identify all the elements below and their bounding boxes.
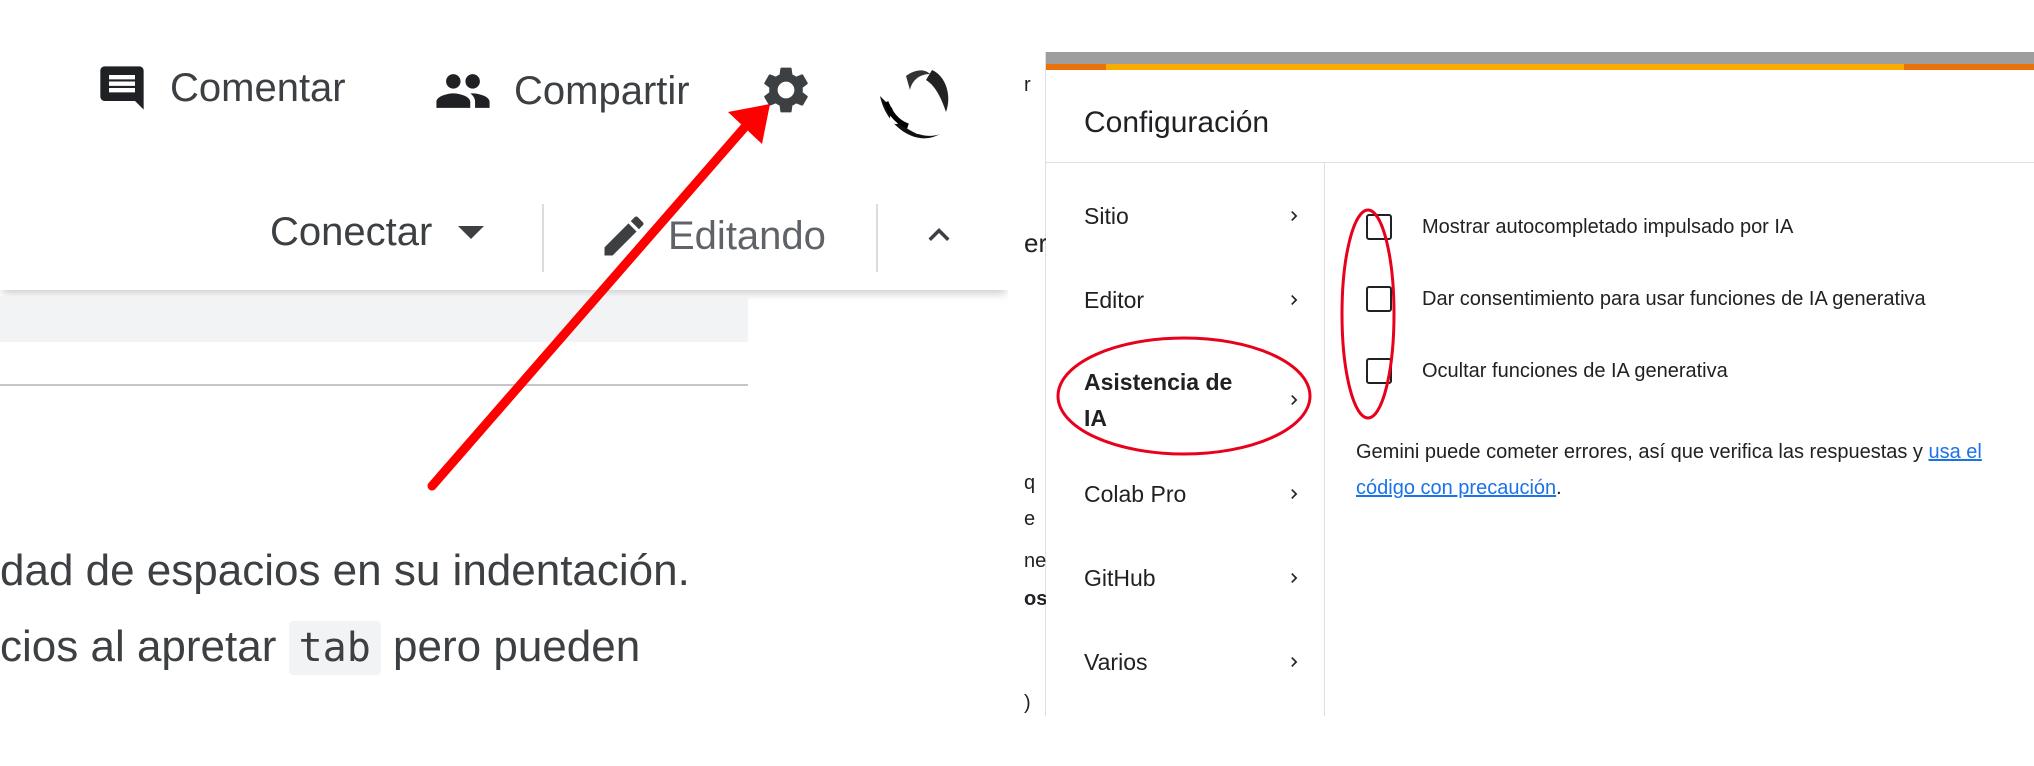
settings-dialog: Configuración Sitio Editor Asistencia de…: [1046, 70, 2034, 716]
nav-item-label: Asistencia de IA: [1084, 369, 1233, 431]
genai-consent-checkbox[interactable]: [1366, 286, 1392, 312]
nav-item-label: Colab Pro: [1084, 481, 1187, 507]
nav-divider: [1324, 162, 1325, 716]
disclaimer-body: Gemini puede cometer errores, así que ve…: [1356, 441, 1929, 463]
caret-down-icon: [458, 225, 485, 239]
connect-label: Conectar: [270, 210, 433, 254]
colab-header-zoom: Comentar Compartir Conectar Editando dad…: [0, 0, 1008, 766]
background-page: r eri q e ne os ): [1024, 52, 1053, 716]
dialog-title: Configuración: [1084, 106, 1270, 139]
cell-area: [0, 296, 748, 342]
nav-item-ai-assistance[interactable]: Asistencia de IA: [1084, 364, 1304, 436]
people-icon: [436, 74, 490, 108]
toolbar: [0, 186, 1008, 290]
hide-genai-checkbox[interactable]: [1366, 358, 1392, 384]
comment-label: Comentar: [170, 65, 346, 110]
ai-autocomplete-checkbox[interactable]: [1366, 214, 1392, 240]
cell-divider: [0, 384, 748, 386]
nav-item-github[interactable]: GitHub: [1084, 560, 1304, 596]
settings-button[interactable]: [758, 62, 814, 118]
connect-button[interactable]: Conectar: [270, 210, 485, 255]
background-text: ne: [1024, 550, 1047, 572]
gear-icon: [764, 67, 808, 113]
comment-icon: [100, 66, 144, 110]
toolbar-divider: [542, 204, 544, 272]
dialog-divider: [1046, 162, 2034, 163]
pencil-icon: [604, 216, 644, 256]
nav-item-varios[interactable]: Varios: [1084, 644, 1304, 680]
avatar[interactable]: [866, 56, 960, 150]
disclaimer-text: Gemini puede cometer errores, así que ve…: [1356, 434, 2026, 506]
chevron-right-icon: [1291, 657, 1298, 667]
chevron-right-icon: [1291, 295, 1298, 305]
option-hide-genai: Ocultar funciones de IA generativa: [1366, 358, 1728, 384]
nav-item-colab-pro[interactable]: Colab Pro: [1084, 476, 1304, 512]
inline-code: tab: [288, 621, 381, 675]
comment-button[interactable]: Comentar: [96, 62, 346, 114]
nav-item-label: Sitio: [1084, 203, 1129, 229]
background-text: r: [1024, 74, 1031, 96]
settings-screenshot: r eri q e ne os ) Configuración Sitio Ed…: [1024, 52, 2034, 716]
background-text: q: [1024, 472, 1036, 494]
chevron-right-icon: [1291, 395, 1298, 405]
toolbar-divider: [876, 204, 878, 272]
option-label: Mostrar autocompletado impulsado por IA: [1422, 215, 1794, 238]
background-text: ): [1024, 692, 1031, 714]
background-text: os: [1024, 588, 1048, 610]
text-fragment: cios al apretar: [0, 622, 289, 671]
nav-item-label: GitHub: [1084, 565, 1156, 591]
text-fragment: pero pueden: [380, 622, 641, 671]
option-label: Dar consentimiento para usar funciones d…: [1422, 287, 1926, 310]
nav-item-sitio[interactable]: Sitio: [1084, 198, 1304, 234]
nav-item-editor[interactable]: Editor: [1084, 282, 1304, 318]
nav-item-label: Editor: [1084, 287, 1145, 313]
disclaimer-end: .: [1556, 477, 1562, 499]
avatar-image: [866, 56, 960, 150]
share-label: Compartir: [514, 68, 690, 113]
option-label: Ocultar funciones de IA generativa: [1422, 359, 1728, 382]
chevron-right-icon: [1291, 211, 1298, 221]
editing-button[interactable]: Editando: [598, 210, 826, 262]
share-button[interactable]: Compartir: [434, 62, 690, 120]
editing-label: Editando: [668, 213, 826, 258]
option-ai-autocomplete: Mostrar autocompletado impulsado por IA: [1366, 214, 1793, 240]
nav-item-label: Varios: [1084, 649, 1148, 675]
chevron-right-icon: [1291, 489, 1298, 499]
chevron-right-icon: [1291, 573, 1298, 583]
chevron-up-icon: [928, 228, 950, 241]
markdown-text-line: cios al apretar tab pero pueden: [0, 621, 641, 675]
markdown-text-line: dad de espacios en su indentación.: [0, 546, 690, 595]
collapse-button[interactable]: [918, 214, 960, 256]
option-genai-consent: Dar consentimiento para usar funciones d…: [1366, 286, 1926, 312]
background-text: e: [1024, 508, 1036, 530]
